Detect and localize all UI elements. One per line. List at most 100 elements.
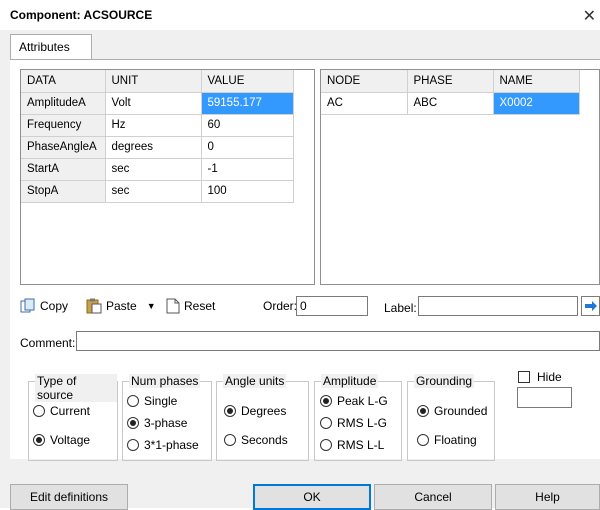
ok-button[interactable]: OK	[253, 484, 371, 510]
hide-label: Hide	[537, 370, 562, 384]
cancel-button[interactable]: Cancel	[374, 484, 492, 510]
cell-value[interactable]: -1	[201, 158, 294, 181]
close-icon[interactable]: ✕	[583, 6, 596, 26]
cell-name[interactable]: X0002	[493, 92, 580, 115]
edit-definitions-button[interactable]: Edit definitions	[10, 484, 128, 510]
cell-data[interactable]: StartA	[21, 158, 106, 181]
reset-label: Reset	[184, 299, 216, 313]
column-header-data: DATA	[21, 70, 106, 93]
radio-floating[interactable]: Floating	[417, 433, 477, 447]
table-row[interactable]: StopA sec 100	[21, 180, 294, 203]
cell-value[interactable]: 0	[201, 136, 294, 159]
radio-label: Seconds	[241, 433, 288, 447]
cell-data[interactable]: StopA	[21, 180, 106, 203]
paste-icon	[86, 298, 102, 314]
table-row[interactable]: PhaseAngleA degrees 0	[21, 136, 294, 159]
radio-3x1-phase[interactable]: 3*1-phase	[127, 438, 199, 452]
radio-3-phase[interactable]: 3-phase	[127, 416, 187, 430]
radio-single[interactable]: Single	[127, 394, 177, 408]
column-header-value: VALUE	[201, 70, 294, 93]
node-grid: NODE PHASE NAME AC ABC X0002	[320, 69, 600, 285]
reset-button[interactable]: Reset	[166, 294, 215, 318]
radio-circle-icon	[33, 405, 45, 417]
radio-circle-icon	[127, 439, 139, 451]
title-bar: Component: ACSOURCE ✕	[0, 0, 600, 30]
comment-label: Comment:	[20, 336, 76, 350]
radio-rms-l-g[interactable]: RMS L-G	[320, 416, 387, 430]
radio-rms-l-l[interactable]: RMS L-L	[320, 438, 384, 452]
paste-button[interactable]: Paste ▼	[86, 294, 156, 318]
radio-circle-icon	[417, 434, 429, 446]
radio-circle-icon	[320, 417, 332, 429]
table-row[interactable]: AmplitudeA Volt 59155.177	[21, 92, 294, 115]
hide-input[interactable]	[517, 387, 572, 408]
paste-label: Paste	[106, 299, 137, 313]
radio-grounded[interactable]: Grounded	[417, 404, 487, 418]
radio-selected-icon	[127, 417, 139, 429]
radio-label: Voltage	[50, 433, 91, 447]
radio-label: Grounded	[434, 404, 488, 418]
data-header-row: DATA UNIT VALUE	[21, 70, 294, 93]
cell-unit[interactable]: sec	[105, 158, 202, 181]
radio-circle-icon	[127, 395, 139, 407]
cell-unit[interactable]: Volt	[105, 92, 202, 115]
radio-label: 3-phase	[144, 416, 188, 430]
grounding-group: Grounding Grounded Floating	[407, 374, 495, 461]
radio-label: Peak L-G	[337, 394, 388, 408]
radio-voltage[interactable]: Voltage	[33, 433, 90, 447]
arrow-right-icon	[585, 301, 597, 311]
cell-data[interactable]: Frequency	[21, 114, 106, 137]
cell-value[interactable]: 59155.177	[201, 92, 294, 115]
cell-data[interactable]: PhaseAngleA	[21, 136, 106, 159]
table-row[interactable]: AC ABC X0002	[321, 92, 580, 115]
dropdown-arrow-icon[interactable]: ▼	[147, 301, 156, 311]
group-title: Grounding	[414, 374, 475, 388]
node-table: NODE PHASE NAME AC ABC X0002	[321, 70, 580, 115]
comment-input[interactable]	[76, 331, 600, 351]
radio-peak-l-g[interactable]: Peak L-G	[320, 394, 388, 408]
cell-value[interactable]: 60	[201, 114, 294, 137]
data-grid: DATA UNIT VALUE AmplitudeA Volt 59155.17…	[20, 69, 315, 285]
radio-degrees[interactable]: Degrees	[224, 404, 286, 418]
num-phases-group: Num phases Single 3-phase 3*1-phase	[122, 374, 212, 461]
cell-unit[interactable]: Hz	[105, 114, 202, 137]
radio-circle-icon	[320, 439, 332, 451]
radio-label: 3*1-phase	[144, 438, 199, 452]
label-label: Label:	[384, 301, 417, 315]
angle-units-group: Angle units Degrees Seconds	[216, 374, 309, 461]
label-input[interactable]	[418, 296, 578, 316]
tab-attributes[interactable]: Attributes	[10, 34, 92, 60]
reset-icon	[166, 298, 180, 314]
label-apply-button[interactable]	[581, 296, 600, 316]
radio-current[interactable]: Current	[33, 404, 90, 418]
radio-selected-icon	[33, 434, 45, 446]
column-header-phase: PHASE	[407, 70, 494, 93]
type-of-source-group: Type of source Current Voltage	[28, 374, 118, 461]
copy-label: Copy	[40, 299, 69, 313]
cell-value[interactable]: 100	[201, 180, 294, 203]
radio-label: Degrees	[241, 404, 287, 418]
cell-phase[interactable]: ABC	[407, 92, 494, 115]
cell-node[interactable]: AC	[321, 92, 408, 115]
radio-label: Single	[144, 394, 178, 408]
table-row[interactable]: Frequency Hz 60	[21, 114, 294, 137]
cell-unit[interactable]: degrees	[105, 136, 202, 159]
cell-data[interactable]: AmplitudeA	[21, 92, 106, 115]
radio-label: RMS L-L	[337, 438, 385, 452]
amplitude-group: Amplitude Peak L-G RMS L-G RMS L-L	[314, 374, 402, 461]
order-input[interactable]: 0	[296, 296, 368, 316]
group-title: Amplitude	[321, 374, 379, 388]
radio-selected-icon	[224, 405, 236, 417]
column-header-unit: UNIT	[105, 70, 202, 93]
table-row[interactable]: StartA sec -1	[21, 158, 294, 181]
copy-button[interactable]: Copy	[20, 294, 68, 318]
hide-checkbox[interactable]	[518, 371, 530, 383]
column-header-node: NODE	[321, 70, 408, 93]
radio-label: Floating	[434, 433, 477, 447]
cell-unit[interactable]: sec	[105, 180, 202, 203]
node-header-row: NODE PHASE NAME	[321, 70, 580, 93]
radio-seconds[interactable]: Seconds	[224, 433, 288, 447]
window-title: Component: ACSOURCE	[10, 8, 153, 22]
copy-icon	[20, 298, 35, 313]
help-button[interactable]: Help	[495, 484, 600, 510]
